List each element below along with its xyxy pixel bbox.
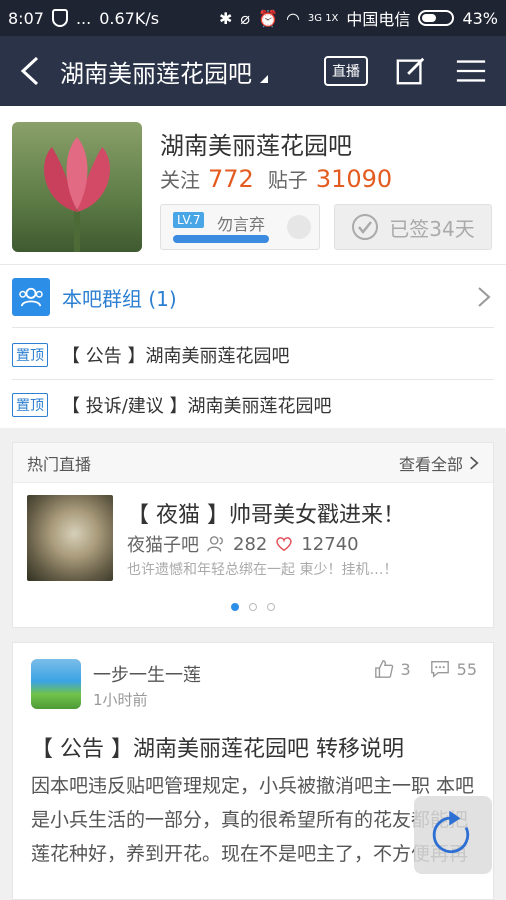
- forum-stats: 关注 772 贴子 31090: [160, 164, 392, 193]
- carousel-dot[interactable]: [249, 603, 257, 611]
- comment-stat[interactable]: 55: [429, 659, 477, 679]
- wifi-icon: ◠: [285, 8, 300, 28]
- pinned-post-row[interactable]: 置顶 【 投诉/建议 】湖南美丽莲花园吧: [12, 385, 494, 425]
- pinned-post-row[interactable]: 置顶 【 公告 】湖南美丽莲花园吧: [12, 335, 494, 375]
- status-bar: 8:07 ... 0.67K/s ✱ ⌀ ⏰ ◠ 3G 1X 中国电信 43%: [0, 0, 506, 36]
- back-arrow-icon: [20, 56, 39, 86]
- shield-icon: [51, 9, 68, 27]
- live-description: 也许遗憾和年轻总绑在一起 東少！挂机…！: [127, 562, 398, 578]
- pinned-post-title: 【 投诉/建议 】湖南美丽莲花园吧: [62, 396, 332, 417]
- nav-title: 湖南美丽莲花园吧: [60, 59, 252, 88]
- lotus-image: [44, 137, 110, 252]
- bluetooth-icon: ✱: [218, 8, 233, 28]
- rocket-icon: [287, 215, 311, 239]
- group-label: 本吧群组 (1): [62, 286, 177, 311]
- compose-button[interactable]: [394, 54, 428, 88]
- dropdown-triangle-icon: [260, 74, 268, 83]
- forum-title-dropdown[interactable]: 湖南美丽莲花园吧: [60, 54, 268, 89]
- pinned-badge: 置顶: [12, 343, 48, 367]
- comment-count: 55: [456, 659, 477, 679]
- post-stats: 3 55: [374, 659, 477, 679]
- hot-live-card: 热门直播 查看全部 【 夜猫 】帅哥美女戳进来！ 夜猫子吧 282 12740 …: [12, 442, 494, 628]
- post-time: 1小时前: [93, 691, 148, 709]
- sign-label: 已签34天: [389, 216, 475, 241]
- forum-name: 湖南美丽莲花园吧: [160, 132, 352, 160]
- follow-count: 772: [208, 165, 254, 193]
- network-speed: 0.67K/s: [99, 8, 160, 28]
- signal-label: 3G 1X: [307, 12, 339, 24]
- view-all-link[interactable]: 查看全部: [399, 451, 479, 475]
- viewer-count: 282: [233, 533, 268, 555]
- more-notifications: ...: [75, 8, 92, 28]
- hamburger-icon: [456, 60, 486, 82]
- group-icon: [12, 278, 50, 316]
- comment-icon: [430, 661, 449, 678]
- posts-stat: 贴子 31090: [268, 164, 392, 193]
- check-circle-icon: [352, 214, 379, 240]
- battery-percent: 43%: [462, 8, 498, 28]
- carousel-dot[interactable]: [267, 603, 275, 611]
- author-avatar[interactable]: [31, 659, 81, 709]
- carrier-name: 中国电信: [346, 10, 411, 29]
- alarm-icon: ⏰: [258, 8, 278, 28]
- chevron-right-icon: [470, 456, 479, 469]
- forum-avatar[interactable]: [12, 122, 142, 252]
- live-meta: 夜猫子吧 282 12740: [127, 531, 359, 557]
- carousel-dot[interactable]: [231, 603, 239, 611]
- hot-live-header: 热门直播 查看全部: [13, 443, 493, 483]
- post-excerpt: 因本吧违反贴吧管理规定，小兵被撤消吧主一职 本吧是小兵生活的一部分，真的很希望所…: [31, 775, 475, 865]
- battery-icon: [418, 10, 455, 26]
- thumbs-up-icon: [375, 660, 394, 678]
- forum-header: 湖南美丽莲花园吧 关注 772 贴子 31090 LV.7 勿言弃 已签34天: [0, 106, 506, 264]
- chevron-right-icon: [478, 287, 491, 307]
- live-title[interactable]: 【 夜猫 】帅哥美女戳进来！: [127, 497, 405, 529]
- author-name[interactable]: 一步一生一莲: [93, 661, 201, 687]
- level-progress-bar: [173, 235, 269, 243]
- follow-label: 关注: [160, 168, 200, 192]
- refresh-icon: [432, 810, 470, 854]
- signed-in-button[interactable]: 已签34天: [334, 204, 492, 250]
- post-title[interactable]: 【 公告 】湖南美丽莲花园吧 转移说明: [31, 731, 404, 763]
- pinned-badge: 置顶: [12, 393, 48, 417]
- forum-group-section: 本吧群组 (1) 置顶 【 公告 】湖南美丽莲花园吧 置顶 【 投诉/建议 】湖…: [0, 264, 506, 428]
- member-level-card[interactable]: LV.7 勿言弃: [160, 204, 320, 250]
- posts-label: 贴子: [267, 168, 308, 192]
- refresh-float-button[interactable]: [414, 796, 492, 874]
- level-badge: LV.7: [173, 212, 205, 228]
- vibrate-icon: ⌀: [240, 8, 251, 28]
- like-count: 3: [400, 659, 411, 679]
- hot-live-title: 热门直播: [27, 454, 92, 474]
- posts-count: 31090: [315, 165, 393, 193]
- pinned-post-title: 【 公告 】湖南美丽莲花园吧: [62, 346, 290, 367]
- like-count: 12740: [301, 533, 359, 555]
- viewers-icon: [207, 536, 223, 552]
- follow-stat: 关注 772: [160, 164, 254, 193]
- clock: 8:07: [8, 8, 44, 28]
- edit-icon: [396, 57, 425, 85]
- menu-button[interactable]: [454, 54, 488, 88]
- live-button[interactable]: 直播: [324, 56, 368, 86]
- like-stat[interactable]: 3: [374, 659, 411, 679]
- live-forum: 夜猫子吧: [127, 535, 199, 556]
- carousel-pager: [13, 603, 493, 611]
- nav-bar: 湖南美丽莲花园吧 直播: [0, 36, 506, 106]
- view-all-label: 查看全部: [398, 454, 463, 474]
- heart-icon: [276, 537, 293, 552]
- level-name: 勿言弃: [217, 215, 266, 234]
- forum-group-row[interactable]: 本吧群组 (1): [12, 277, 494, 317]
- live-thumbnail[interactable]: [27, 495, 113, 581]
- back-button[interactable]: [0, 36, 60, 106]
